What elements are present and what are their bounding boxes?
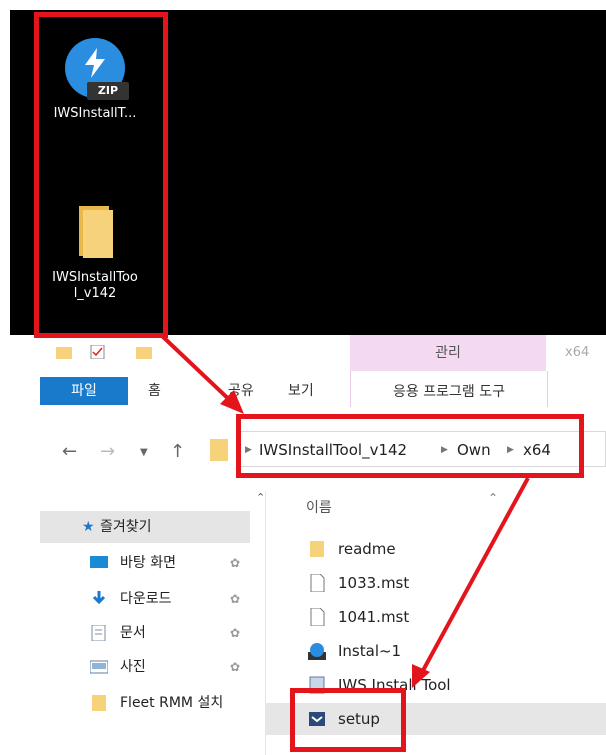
arrow-to-setup bbox=[418, 477, 530, 677]
annotation-arrows bbox=[158, 332, 530, 688]
screenshot-frame: ZIP IWSInstallT... IWSInstallToo l_v142 … bbox=[0, 0, 606, 755]
arrowhead bbox=[412, 664, 430, 688]
arrow-to-address bbox=[158, 332, 238, 408]
